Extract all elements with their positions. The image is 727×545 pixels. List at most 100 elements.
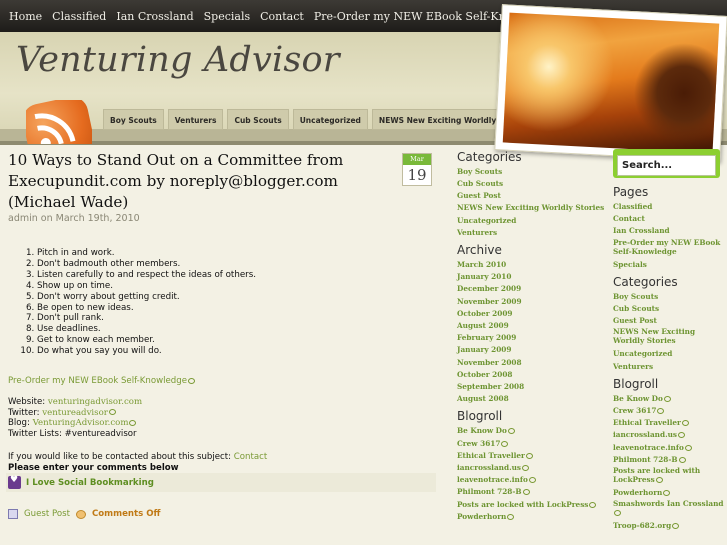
comment-bubble-icon bbox=[684, 444, 692, 451]
site-title[interactable]: Venturing Advisor bbox=[16, 40, 340, 80]
archive-link[interactable]: December 2009 bbox=[457, 283, 605, 295]
search-input[interactable] bbox=[617, 155, 716, 176]
twitter-label: Twitter: bbox=[8, 407, 40, 418]
blogroll-link[interactable]: Powderhorn bbox=[457, 511, 605, 523]
category-link[interactable]: Venturers bbox=[457, 227, 605, 239]
page-link[interactable]: Contact bbox=[613, 213, 725, 225]
category-link[interactable]: Cub Scouts bbox=[457, 178, 605, 190]
category-link[interactable]: Uncategorized bbox=[457, 215, 605, 227]
archive-link[interactable]: March 2010 bbox=[457, 259, 605, 271]
blogroll-link[interactable]: Powderhorn bbox=[613, 487, 725, 499]
blogroll-link[interactable]: iancrossland.us bbox=[613, 429, 725, 441]
comment-bubble-icon bbox=[528, 477, 536, 484]
category-link[interactable]: Uncategorized bbox=[613, 348, 725, 360]
archive-link[interactable]: August 2009 bbox=[457, 320, 605, 332]
blogroll-heading: Blogroll bbox=[457, 409, 503, 424]
date-month: Mar bbox=[403, 154, 431, 165]
list-item: Show up on time. bbox=[37, 281, 256, 292]
blogroll-link[interactable]: Philmont 728-B bbox=[613, 454, 725, 466]
archive-link[interactable]: November 2009 bbox=[457, 296, 605, 308]
archive-link[interactable]: November 2008 bbox=[457, 357, 605, 369]
comment-bubble-icon bbox=[663, 490, 671, 497]
social-bookmark-link[interactable]: I Love Social Bookmarking bbox=[26, 478, 154, 488]
blogroll-link[interactable]: Be Know Do bbox=[613, 393, 725, 405]
categories-heading: Categories bbox=[457, 150, 522, 164]
twitter-link[interactable]: ventureadvisor bbox=[42, 408, 108, 418]
search-box bbox=[613, 149, 720, 178]
category-link[interactable]: Boy Scouts bbox=[457, 166, 605, 178]
category-link[interactable]: Guest Post bbox=[457, 190, 605, 202]
category-link[interactable]: Venturers bbox=[613, 361, 725, 373]
blogroll-link[interactable]: Philmont 728-B bbox=[457, 486, 605, 498]
blogroll-link[interactable]: Posts are locked with LockPress bbox=[613, 466, 725, 484]
category-link[interactable]: Guest Post bbox=[613, 315, 725, 327]
nav-classified[interactable]: Classified bbox=[47, 10, 111, 23]
nav-home[interactable]: Home bbox=[4, 10, 47, 23]
archive-link[interactable]: September 2008 bbox=[457, 381, 605, 393]
categories-section: Categories Boy Scouts Cub Scouts Guest P… bbox=[613, 275, 725, 373]
sidebar-left: Categories Boy Scouts Cub Scouts Guest P… bbox=[457, 150, 605, 527]
social-bookmark-row: I Love Social Bookmarking bbox=[6, 473, 436, 492]
category-link[interactable]: Cub Scouts bbox=[613, 303, 725, 315]
preorder-link[interactable]: Pre-Order my NEW EBook Self-Knowledge bbox=[8, 376, 187, 386]
blogroll-link[interactable]: Ethical Traveller bbox=[613, 417, 725, 429]
list-item: Be open to new ideas. bbox=[37, 303, 256, 314]
page-link[interactable]: Ian Crossland bbox=[613, 225, 725, 237]
archive-link[interactable]: October 2008 bbox=[457, 369, 605, 381]
blogroll-link[interactable]: Troop-682.org bbox=[613, 520, 725, 532]
category-link[interactable]: NEWS New Exciting Worldly Stories bbox=[457, 203, 605, 212]
blogroll-link[interactable]: Be Know Do bbox=[457, 425, 605, 437]
category-link[interactable]: NEWS New Exciting Worldly Stories bbox=[613, 327, 725, 345]
pages-section: Pages Classified Contact Ian Crossland P… bbox=[613, 185, 725, 271]
category-link[interactable]: Boy Scouts bbox=[613, 291, 725, 303]
comment-bubble-icon bbox=[672, 523, 680, 530]
blogroll-link[interactable]: Posts are locked with LockPress bbox=[457, 499, 605, 511]
archive-link[interactable]: January 2009 bbox=[457, 344, 605, 356]
archive-heading: Archive bbox=[457, 243, 502, 258]
comment-bubble-icon bbox=[507, 428, 515, 435]
comment-bubble-icon bbox=[501, 440, 509, 447]
archive-section: Archive March 2010 January 2010 December… bbox=[457, 243, 605, 405]
archive-link[interactable]: February 2009 bbox=[457, 332, 605, 344]
rss-feed-icon[interactable] bbox=[26, 100, 92, 144]
page-link[interactable]: Pre-Order my NEW EBook Self-Knowledge bbox=[613, 238, 725, 256]
blogroll-link[interactable]: leavenotrace.info bbox=[613, 442, 725, 454]
website-link[interactable]: venturingadvisor.com bbox=[48, 397, 142, 407]
tab-uncategorized[interactable]: Uncategorized bbox=[292, 109, 368, 130]
comment-bubble-icon bbox=[525, 452, 533, 459]
blogroll-link[interactable]: Ethical Traveller bbox=[457, 450, 605, 462]
page-link[interactable]: Classified bbox=[613, 201, 725, 213]
tab-venturers[interactable]: Venturers bbox=[167, 109, 224, 130]
list-item: Do what you say you will do. bbox=[37, 346, 256, 357]
tab-cub-scouts[interactable]: Cub Scouts bbox=[227, 109, 289, 130]
blogroll-link[interactable]: Crew 3617 bbox=[457, 438, 605, 450]
blogroll-link[interactable]: leavenotrace.info bbox=[457, 474, 605, 486]
archive-link[interactable]: October 2009 bbox=[457, 308, 605, 320]
date-day: 19 bbox=[407, 166, 427, 184]
nav-contact[interactable]: Contact bbox=[255, 10, 309, 23]
nav-ian-crossland[interactable]: Ian Crossland bbox=[111, 10, 198, 23]
comment-bubble-icon bbox=[655, 477, 663, 484]
blogroll-link[interactable]: Crew 3617 bbox=[613, 405, 725, 417]
archive-link[interactable]: August 2008 bbox=[457, 393, 605, 405]
contact-link[interactable]: Contact bbox=[234, 452, 267, 462]
post-title[interactable]: 10 Ways to Stand Out on a Committee from… bbox=[8, 150, 373, 213]
comments-status: Comments Off bbox=[91, 509, 161, 519]
tab-boy-scouts[interactable]: Boy Scouts bbox=[103, 109, 164, 130]
page-link[interactable]: Specials bbox=[613, 259, 725, 271]
blog-line: Blog: VenturingAdvisor.com bbox=[8, 418, 142, 429]
blog-link[interactable]: VenturingAdvisor.com bbox=[33, 418, 129, 428]
comment-bubble-icon bbox=[589, 501, 597, 508]
pages-heading: Pages bbox=[613, 185, 649, 199]
header-photo bbox=[494, 4, 727, 162]
comment-bubble-icon bbox=[614, 510, 621, 517]
comment-bubble-icon bbox=[678, 456, 686, 463]
rss-waves-icon bbox=[34, 113, 76, 144]
category-link[interactable]: Guest Post bbox=[24, 509, 70, 519]
blogroll-link[interactable]: iancrossland.us bbox=[457, 462, 605, 474]
date-badge: Mar 19 bbox=[402, 153, 432, 186]
nav-specials[interactable]: Specials bbox=[199, 10, 256, 23]
twitter-lists-line: Twitter Lists: #ventureadvisor bbox=[8, 428, 137, 439]
blogroll-link[interactable]: Smashwords Ian Crossland bbox=[613, 499, 725, 517]
archive-link[interactable]: January 2010 bbox=[457, 271, 605, 283]
